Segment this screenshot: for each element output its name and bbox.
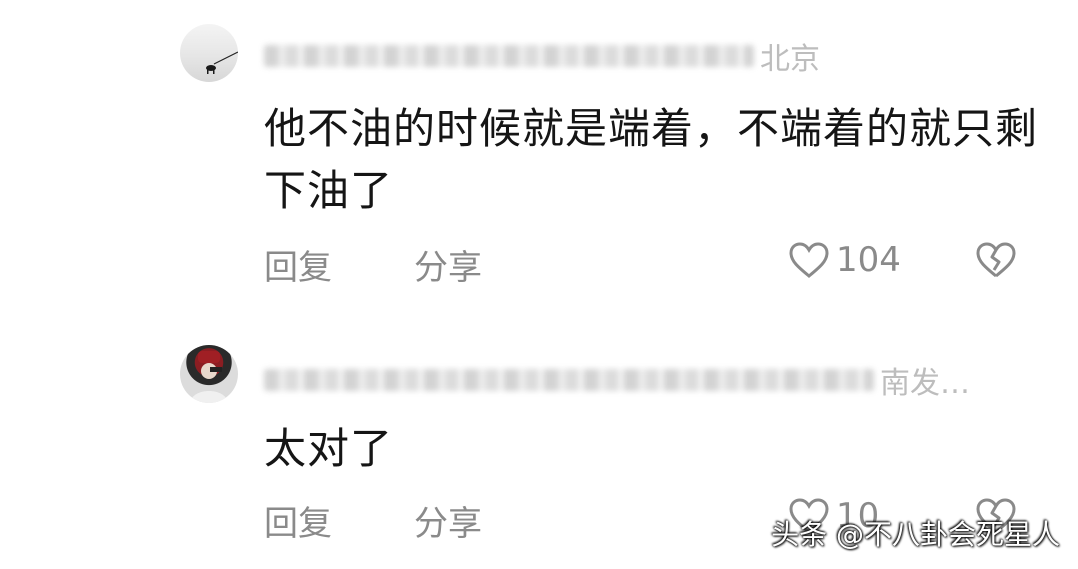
watermark: 头条 @不八卦会死星人: [771, 518, 1060, 551]
comment-text: 他不油的时候就是端着，不端着的就只剩下油了: [264, 104, 1039, 215]
heart-outline-icon: [789, 242, 829, 278]
comment-location: 南发…: [880, 366, 970, 401]
comment-location: 北京: [760, 42, 820, 77]
comment-meta: 北京: [264, 34, 820, 77]
comment-item: 北京 他不油的时候就是端着，不端着的就只剩下油了 回复 分享 104: [0, 0, 1078, 300]
like-count: 104: [836, 240, 901, 280]
reply-button[interactable]: 回复: [264, 240, 332, 289]
comment-actions: 回复 分享 104: [264, 240, 1034, 288]
blurred-username: [264, 45, 754, 67]
reply-button[interactable]: 回复: [264, 496, 332, 545]
comment-meta: 南发…: [264, 358, 970, 401]
comment-text: 太对了: [264, 424, 394, 473]
share-button[interactable]: 分享: [414, 496, 482, 545]
avatar[interactable]: [180, 345, 238, 403]
blurred-username: [264, 369, 874, 391]
avatar[interactable]: [180, 24, 238, 82]
dislike-button[interactable]: [974, 240, 1018, 289]
share-button[interactable]: 分享: [414, 240, 482, 289]
broken-heart-icon: [976, 242, 1016, 278]
like-button[interactable]: 104: [788, 240, 901, 280]
